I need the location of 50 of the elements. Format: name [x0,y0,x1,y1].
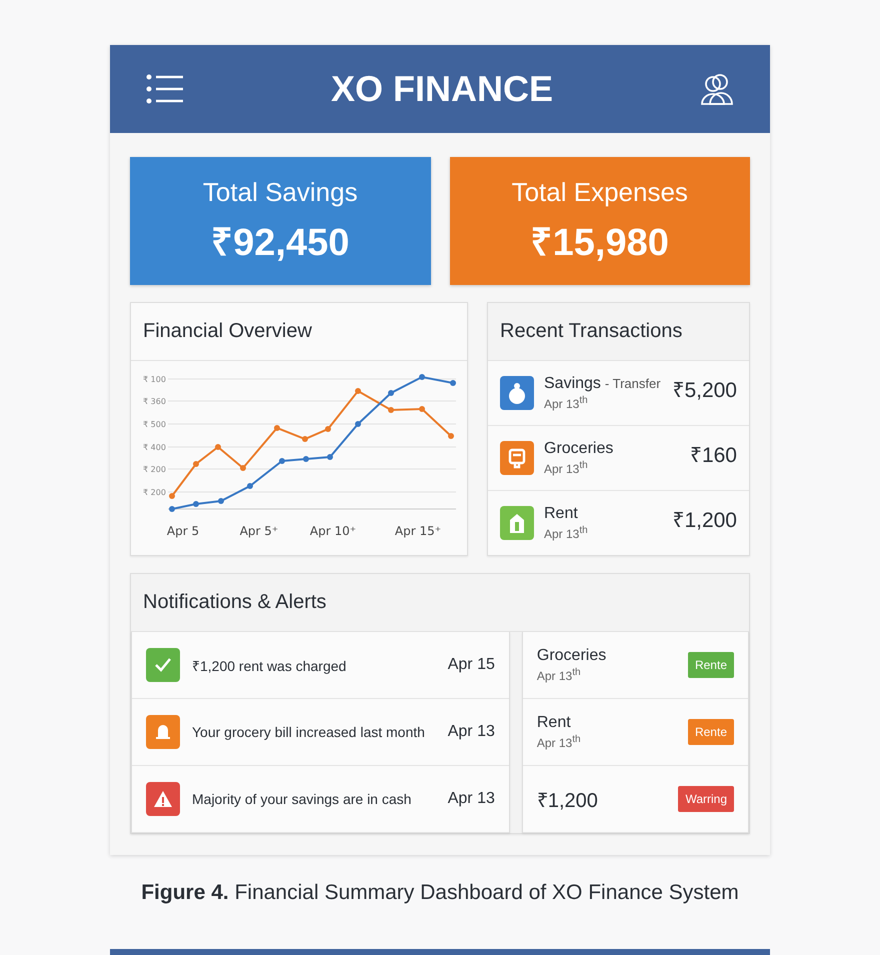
panel-title: Notifications & Alerts [131,574,749,632]
y-axis-label: ₹ 200 [143,488,166,497]
item-date: Apr 13$^{th}$ [536,734,582,750]
receipt-icon [500,441,534,475]
transaction-name: Groceries [544,440,614,458]
y-axis-label: ₹ 400 [143,443,166,452]
item-date: Apr 13$^{th}$ [536,667,582,683]
check-icon [146,648,180,682]
piggy-bank-icon [500,376,534,410]
panel-title: Recent Transactions [488,303,749,361]
item-name: Rent [536,714,572,732]
card-amount: ₹15,980 [530,220,669,266]
item-name: ₹1,200 [536,788,599,812]
transaction-amount: ₹5,200 [672,378,737,403]
card-amount: ₹92,450 [211,220,350,266]
status-badge: Rente [688,719,734,745]
bell-icon [146,715,180,749]
alert-text: Your grocery bill increased last month [192,724,426,740]
alert-text: ₹1,200 rent was charged [192,656,348,674]
transaction-amount: ₹160 [690,443,737,468]
transaction-amount: ₹1,200 [672,508,737,533]
x-axis-label: Apr 5 [166,524,200,538]
menu-icon[interactable] [146,74,184,104]
transaction-date: Apr 13$^{th}$ [544,460,589,476]
alert-date: Apr 13 [448,790,495,808]
panel-title: Financial Overview [131,303,467,361]
item-name: Groceries [536,647,608,665]
figure-caption: Figure 4. Financial Summary Dashboard of XO Finance System [141,881,739,905]
x-axis-label: Apr 5⁺ [240,524,278,538]
users-icon[interactable] [700,73,734,105]
app-title: XO FINANCE [330,68,553,110]
y-axis-label: ₹ 200 [143,465,166,474]
card-label: Total Expenses [512,176,688,208]
transaction-detail: - Transfer [604,376,661,391]
card-label: Total Savings [202,176,358,208]
y-axis-label: ₹ 100 [143,375,166,384]
alert-text: Majority of your savings are in cash [192,791,412,807]
y-axis-label: ₹ 360 [143,397,166,406]
transaction-name: Savings [544,375,601,393]
transaction-date: Apr 13$^{th}$ [544,395,589,411]
warning-icon [146,782,180,816]
x-axis-label: Apr 15⁺ [394,524,442,538]
alert-date: Apr 13 [448,723,495,741]
transaction-name: Rent [544,505,578,523]
status-badge: Rente [688,652,734,678]
alert-date: Apr 15 [448,656,495,674]
status-badge: Warring [678,786,734,812]
y-axis-label: ₹ 500 [143,420,166,429]
x-axis-label: Apr 10⁺ [310,524,356,538]
transaction-date: Apr 13$^{th}$ [544,525,589,541]
